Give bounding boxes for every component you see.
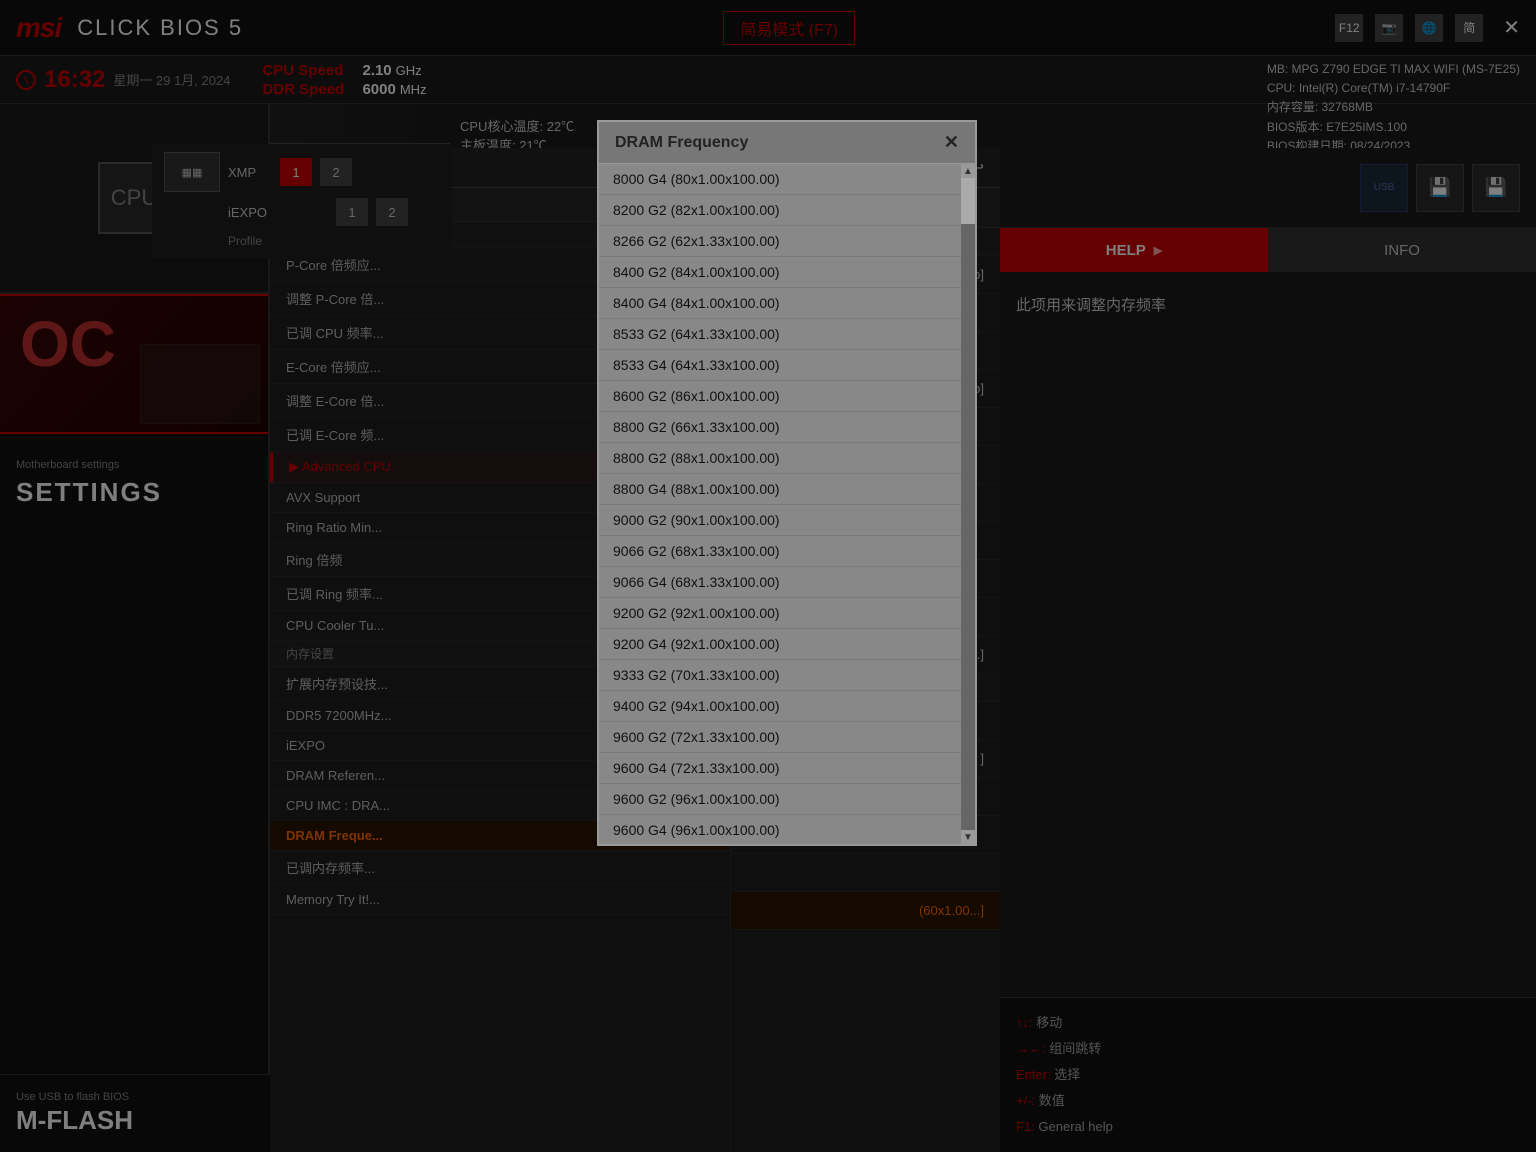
dialog-list-item[interactable]: 9600 G2 (72x1.33x100.00): [599, 722, 961, 753]
dialog-list-item[interactable]: 8400 G4 (84x1.00x100.00): [599, 288, 961, 319]
dialog-header: DRAM Frequency ✕: [599, 122, 975, 164]
dialog-list-item[interactable]: 9066 G2 (68x1.33x100.00): [599, 536, 961, 567]
dialog-list-item[interactable]: 9600 G4 (72x1.33x100.00): [599, 753, 961, 784]
dialog-item-list[interactable]: 8000 G4 (80x1.00x100.00)8200 G2 (82x1.00…: [599, 164, 975, 844]
dialog-scrollbar[interactable]: ▲ ▼: [961, 164, 975, 844]
dialog-list-item[interactable]: 8600 G2 (86x1.00x100.00): [599, 381, 961, 412]
dialog-list-item[interactable]: 9000 G2 (90x1.00x100.00): [599, 505, 961, 536]
dialog-list-item[interactable]: 9200 G4 (92x1.00x100.00): [599, 629, 961, 660]
dialog-list-item[interactable]: 9600 G2 (96x1.00x100.00): [599, 784, 961, 815]
dialog-list-item[interactable]: 9400 G2 (94x1.00x100.00): [599, 691, 961, 722]
dialog-list-item[interactable]: 8266 G2 (62x1.33x100.00): [599, 226, 961, 257]
dialog-list-item[interactable]: 8800 G4 (88x1.00x100.00): [599, 474, 961, 505]
dialog-list-item[interactable]: 9333 G2 (70x1.33x100.00): [599, 660, 961, 691]
dialog-list-item[interactable]: 8533 G4 (64x1.33x100.00): [599, 350, 961, 381]
dialog-list-item[interactable]: 9600 G4 (96x1.00x100.00): [599, 815, 961, 844]
dram-frequency-dialog: DRAM Frequency ✕ 8000 G4 (80x1.00x100.00…: [597, 120, 977, 846]
dialog-overlay: DRAM Frequency ✕ 8000 G4 (80x1.00x100.00…: [0, 0, 1536, 1152]
dialog-title: DRAM Frequency: [615, 134, 748, 152]
dialog-list-item[interactable]: 8800 G2 (66x1.33x100.00): [599, 412, 961, 443]
dialog-list-item[interactable]: 8400 G2 (84x1.00x100.00): [599, 257, 961, 288]
dialog-list-item[interactable]: 8200 G2 (82x1.00x100.00): [599, 195, 961, 226]
scroll-up-arrow[interactable]: ▲: [961, 164, 975, 178]
dialog-list-container: 8000 G4 (80x1.00x100.00)8200 G2 (82x1.00…: [599, 164, 975, 844]
dialog-list-item[interactable]: 9200 G2 (92x1.00x100.00): [599, 598, 961, 629]
scroll-down-arrow[interactable]: ▼: [961, 830, 975, 844]
dialog-list-item[interactable]: 9066 G4 (68x1.33x100.00): [599, 567, 961, 598]
dialog-list-item[interactable]: 8800 G2 (88x1.00x100.00): [599, 443, 961, 474]
dialog-close-button[interactable]: ✕: [944, 132, 959, 153]
dialog-list-item[interactable]: 8000 G4 (80x1.00x100.00): [599, 164, 961, 195]
dialog-list-item[interactable]: 8533 G2 (64x1.33x100.00): [599, 319, 961, 350]
